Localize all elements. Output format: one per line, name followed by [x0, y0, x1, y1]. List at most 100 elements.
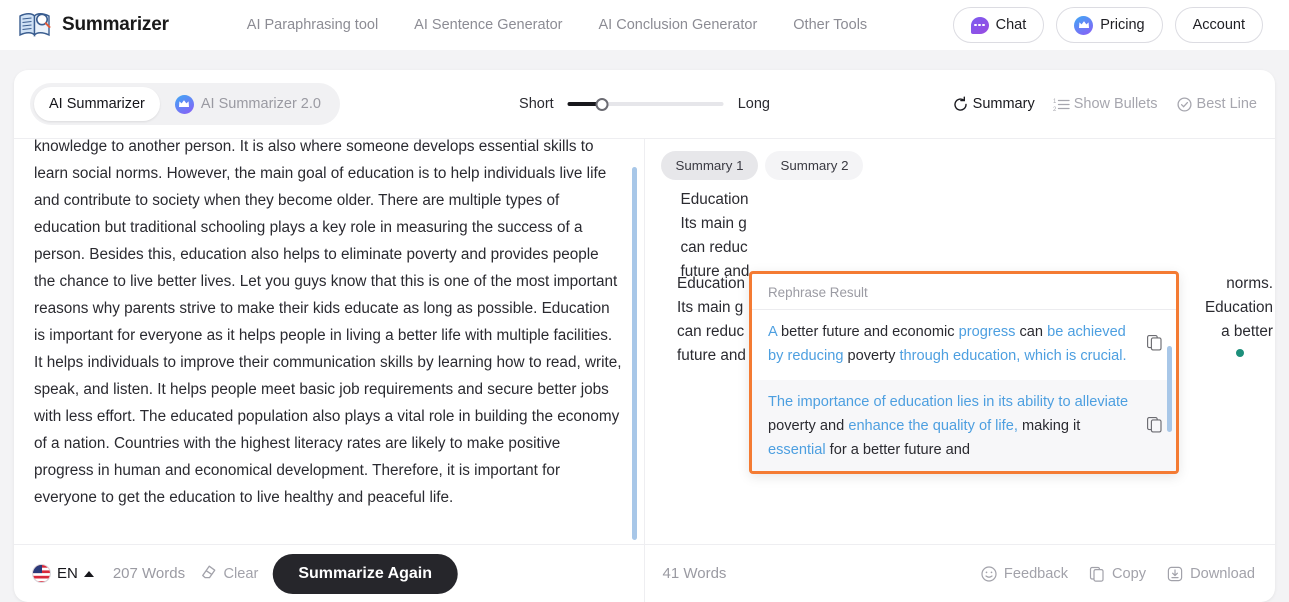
clear-button[interactable]: Clear: [199, 563, 258, 585]
pricing-button-label: Pricing: [1100, 17, 1145, 33]
svg-text:2: 2: [1053, 107, 1057, 113]
copy-icon[interactable]: [1145, 415, 1164, 439]
rephrase-segment: better future and economic: [780, 324, 959, 340]
crown-icon: [174, 94, 194, 114]
editor-scrollbar[interactable]: [631, 167, 637, 540]
summary-frag-left: Its main g: [677, 299, 744, 316]
download-button[interactable]: Download: [1166, 565, 1255, 583]
copy-icon[interactable]: [1145, 333, 1164, 357]
summary-line-left: Education: [680, 191, 749, 208]
tab-summary-2[interactable]: Summary 2: [765, 151, 864, 180]
editor-footer-actions: Clear Summarize Again: [199, 553, 459, 594]
summary-tabs: Summary 1 Summary 2: [645, 139, 1276, 188]
language-code: EN: [57, 565, 78, 582]
editor-word-count-value: 207: [112, 565, 138, 582]
svg-text:1: 1: [1053, 99, 1057, 105]
nav-link-paraphrasing[interactable]: AI Paraphrasing tool: [247, 17, 378, 33]
mode-switcher: AI Summarizer AI Summarizer 2.0: [30, 83, 340, 125]
view-option-best-line-label: Best Line: [1196, 96, 1257, 112]
summarize-again-label: Summarize Again: [298, 564, 433, 582]
rephrase-segment: enhance the quality of life,: [848, 418, 1022, 434]
account-button[interactable]: Account: [1174, 7, 1263, 43]
rephrase-result-text: The importance of education lies in its …: [768, 390, 1136, 462]
nav-link-other-tools[interactable]: Other Tools: [793, 17, 867, 33]
language-selector[interactable]: EN: [32, 564, 94, 583]
view-options: Summary 1 2 Show Bullets Best Line: [952, 96, 1257, 113]
download-button-label: Download: [1190, 565, 1255, 582]
rephrase-result-item[interactable]: The importance of education lies in its …: [752, 380, 1176, 471]
view-option-best-line[interactable]: Best Line: [1176, 96, 1257, 113]
top-navigation-bar: Summarizer AI Paraphrasing tool AI Sente…: [0, 0, 1289, 50]
summary-footer: 41 Words Feedback Copy Download: [644, 544, 1275, 602]
summary-line-left: Its main g: [680, 215, 747, 232]
clear-button-label: Clear: [223, 565, 259, 582]
brand-name: Summarizer: [62, 14, 169, 35]
summary-line: can reduc: [681, 236, 1232, 260]
editor-word-count-unit: Words: [142, 565, 186, 582]
summary-text[interactable]: Education Its main g can reduc future an…: [665, 188, 1254, 284]
rephrase-segment: The importance of education lies in its …: [768, 394, 1129, 410]
summary-word-count-unit: Words: [683, 565, 727, 582]
summary-line: Its main g: [681, 212, 1232, 236]
eraser-icon: [199, 563, 217, 585]
summary-line: Education: [681, 188, 1232, 212]
mode-ai-summarizer-label: AI Summarizer: [49, 96, 145, 112]
view-option-summary[interactable]: Summary: [952, 96, 1035, 113]
editor-text[interactable]: knowledge to another person. It is also …: [34, 139, 622, 511]
download-icon: [1166, 565, 1184, 583]
summarizer-card: AI Summarizer AI Summarizer 2.0 Short Lo…: [14, 70, 1275, 602]
brand[interactable]: Summarizer: [18, 10, 169, 40]
nav-link-sentence-generator[interactable]: AI Sentence Generator: [414, 17, 562, 33]
account-button-label: Account: [1192, 17, 1245, 33]
slider-max-label: Long: [737, 96, 770, 112]
editor-footer: EN 207 Words Clear Summarize Again: [14, 544, 644, 602]
view-option-summary-label: Summary: [972, 96, 1035, 112]
refresh-icon: [952, 96, 969, 113]
summarizer-toolbar: AI Summarizer AI Summarizer 2.0 Short Lo…: [14, 70, 1275, 138]
feedback-button-label: Feedback: [1003, 565, 1069, 582]
rephrase-segment: progress: [958, 324, 1020, 340]
view-option-show-bullets-label: Show Bullets: [1073, 96, 1158, 112]
numbered-list-icon: 1 2: [1053, 96, 1070, 113]
rephrase-segment: essential: [768, 442, 830, 458]
summary-footer-actions: Feedback Copy Download: [980, 565, 1255, 583]
length-slider: Short Long: [519, 96, 770, 112]
rephrase-result-item[interactable]: A better future and economic progress ca…: [752, 310, 1176, 380]
crown-icon: [1074, 15, 1094, 35]
summary-frag-left: future and: [677, 347, 746, 364]
view-option-show-bullets[interactable]: 1 2 Show Bullets: [1053, 96, 1158, 113]
rephrase-segment: for a better future and: [829, 442, 971, 458]
editor-word-count: 207 Words: [113, 565, 185, 582]
editor-body[interactable]: knowledge to another person. It is also …: [14, 139, 644, 544]
rephrase-segment: poverty and: [768, 418, 849, 434]
copy-button-label: Copy: [1112, 565, 1147, 582]
slider-thumb[interactable]: [595, 97, 609, 111]
rephrase-result-list: A better future and economic progress ca…: [752, 310, 1176, 471]
rephrase-segment: making it: [1021, 418, 1081, 434]
chat-bubble-icon: [970, 16, 989, 34]
rephrase-scrollbar[interactable]: [1167, 346, 1172, 432]
summary-frag-left: can reduc: [677, 323, 745, 340]
slider-min-label: Short: [519, 96, 554, 112]
feedback-button[interactable]: Feedback: [980, 565, 1068, 583]
check-badge-icon: [1176, 96, 1193, 113]
tab-summary-1[interactable]: Summary 1: [660, 151, 759, 180]
rephrase-segment: A: [768, 324, 781, 340]
pricing-button[interactable]: Pricing: [1056, 7, 1163, 43]
rephrase-segment: through education, which is crucial.: [899, 348, 1127, 364]
summarize-again-button[interactable]: Summarize Again: [272, 553, 459, 594]
chat-button[interactable]: Chat: [952, 7, 1045, 43]
summary-frag-right: norms.: [1226, 275, 1273, 292]
copy-icon: [1088, 565, 1106, 583]
rephrase-segment: can: [1019, 324, 1048, 340]
editor-pane: knowledge to another person. It is also …: [14, 139, 645, 602]
summary-word-count-value: 41: [662, 565, 680, 582]
primary-nav: AI Paraphrasing tool AI Sentence Generat…: [247, 17, 867, 33]
mode-ai-summarizer-2[interactable]: AI Summarizer 2.0: [160, 87, 336, 121]
nav-actions: Chat Pricing Account: [952, 7, 1263, 43]
page-background: AI Summarizer AI Summarizer 2.0 Short Lo…: [0, 50, 1289, 602]
nav-link-conclusion-generator[interactable]: AI Conclusion Generator: [599, 17, 758, 33]
slider-track[interactable]: [567, 97, 724, 111]
copy-button[interactable]: Copy: [1088, 565, 1146, 583]
mode-ai-summarizer[interactable]: AI Summarizer: [34, 87, 160, 121]
